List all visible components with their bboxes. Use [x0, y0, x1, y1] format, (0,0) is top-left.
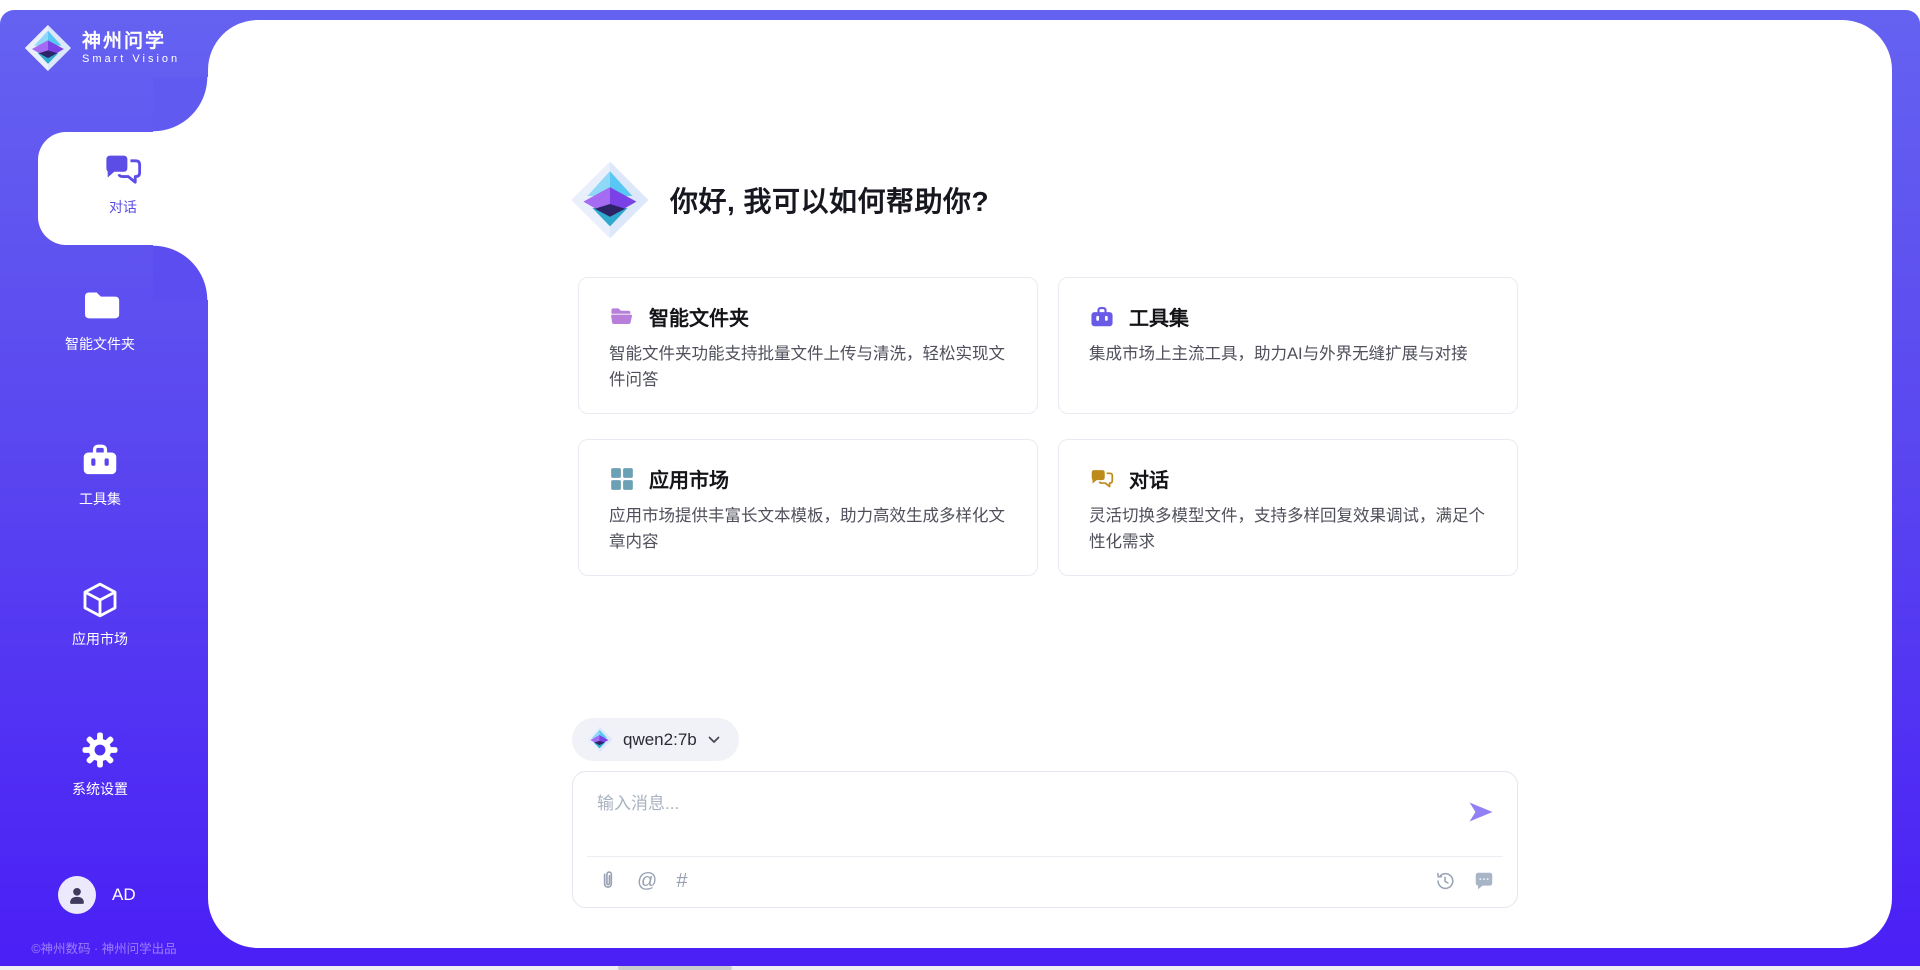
- horizontal-scrollbar-thumb[interactable]: [618, 966, 732, 970]
- avatar: [58, 876, 96, 914]
- composer-left-tools: @ #: [597, 870, 687, 891]
- hash-icon[interactable]: #: [676, 871, 687, 891]
- cube-icon: [80, 580, 120, 620]
- card-description: 集成市场上主流工具，助力AI与外界无缝扩展与对接: [1089, 342, 1487, 368]
- toolbox-icon: [80, 440, 120, 480]
- message-composer: @ #: [572, 771, 1518, 908]
- send-icon[interactable]: [1467, 798, 1495, 826]
- model-name: qwen2:7b: [623, 730, 697, 750]
- chat-bubbles-icon: [1089, 466, 1115, 492]
- diamond-gem-icon: [24, 24, 72, 72]
- chevron-down-icon: [707, 733, 721, 747]
- card-description: 应用市场提供丰富长文本模板，助力高效生成多样化文章内容: [609, 504, 1007, 555]
- sidebar-item-label: 对话: [109, 197, 137, 217]
- card-title: 对话: [1129, 464, 1169, 493]
- card-toolset[interactable]: 工具集 集成市场上主流工具，助力AI与外界无缝扩展与对接: [1058, 277, 1518, 414]
- card-header: 对话: [1089, 464, 1487, 493]
- sidebar-item-label: 智能文件夹: [65, 334, 135, 354]
- toolbox-icon: [1089, 304, 1115, 330]
- sidebar-item-app-market[interactable]: 应用市场: [0, 580, 200, 649]
- model-selector[interactable]: qwen2:7b: [572, 718, 739, 761]
- card-description: 智能文件夹功能支持批量文件上传与清洗，轻松实现文件问答: [609, 342, 1007, 393]
- grid-icon: [609, 466, 635, 492]
- chat-bubbles-icon: [102, 149, 144, 191]
- user-account[interactable]: AD: [58, 876, 136, 914]
- card-title: 智能文件夹: [649, 302, 749, 331]
- copyright-footer: ©神州数码 · 神州问学出品: [4, 938, 204, 957]
- horizontal-scrollbar-track[interactable]: [0, 966, 1920, 970]
- brand-title: 神州问学: [82, 31, 180, 53]
- card-app-market[interactable]: 应用市场 应用市场提供丰富长文本模板，助力高效生成多样化文章内容: [578, 439, 1038, 576]
- sidebar: 神州问学 Smart Vision 对话 智能文件夹 工具集 应用市场 系统设置: [0, 10, 208, 966]
- chat-bubble-icon[interactable]: [1473, 870, 1495, 892]
- attachment-icon[interactable]: [597, 870, 618, 891]
- tab-notch-bottom: [153, 245, 208, 300]
- main-panel: 你好, 我可以如何帮助你? 智能文件夹 智能文件夹功能支持批量文件上传与清洗，轻…: [208, 20, 1892, 948]
- sidebar-item-chat[interactable]: 对话: [38, 132, 208, 245]
- card-title: 工具集: [1129, 302, 1189, 331]
- card-header: 工具集: [1089, 302, 1487, 331]
- brand-subtitle: Smart Vision: [82, 53, 180, 65]
- card-chat[interactable]: 对话 灵活切换多模型文件，支持多样回复效果调试，满足个性化需求: [1058, 439, 1518, 576]
- diamond-gem-icon: [586, 726, 613, 753]
- greeting-text: 你好, 我可以如何帮助你?: [670, 180, 989, 220]
- card-title: 应用市场: [649, 464, 729, 493]
- composer-right-tools: [1434, 870, 1495, 892]
- sidebar-item-label: 系统设置: [72, 779, 128, 799]
- app-shell: 神州问学 Smart Vision 对话 智能文件夹 工具集 应用市场 系统设置: [0, 10, 1920, 966]
- sidebar-item-system-settings[interactable]: 系统设置: [0, 730, 200, 799]
- brand-logo: 神州问学 Smart Vision: [24, 24, 180, 72]
- greeting-block: 你好, 我可以如何帮助你?: [570, 160, 989, 240]
- card-header: 应用市场: [609, 464, 1007, 493]
- tab-notch-top: [153, 77, 208, 132]
- user-name: AD: [112, 885, 136, 905]
- sidebar-item-toolset[interactable]: 工具集: [0, 440, 200, 509]
- diamond-gem-icon: [570, 160, 650, 240]
- feature-cards: 智能文件夹 智能文件夹功能支持批量文件上传与清洗，轻松实现文件问答 工具集 集成…: [578, 277, 1518, 576]
- history-icon[interactable]: [1434, 870, 1456, 892]
- card-header: 智能文件夹: [609, 302, 1007, 331]
- sidebar-item-label: 应用市场: [72, 629, 128, 649]
- card-description: 灵活切换多模型文件，支持多样回复效果调试，满足个性化需求: [1089, 504, 1487, 555]
- folder-icon: [80, 285, 120, 325]
- person-icon: [66, 884, 88, 906]
- folder-open-icon: [609, 304, 635, 330]
- mention-icon[interactable]: @: [637, 871, 657, 891]
- card-smart-folders[interactable]: 智能文件夹 智能文件夹功能支持批量文件上传与清洗，轻松实现文件问答: [578, 277, 1038, 414]
- gear-icon: [80, 730, 120, 770]
- composer-divider: [587, 856, 1503, 857]
- sidebar-item-label: 工具集: [79, 489, 121, 509]
- message-input[interactable]: [597, 788, 1437, 820]
